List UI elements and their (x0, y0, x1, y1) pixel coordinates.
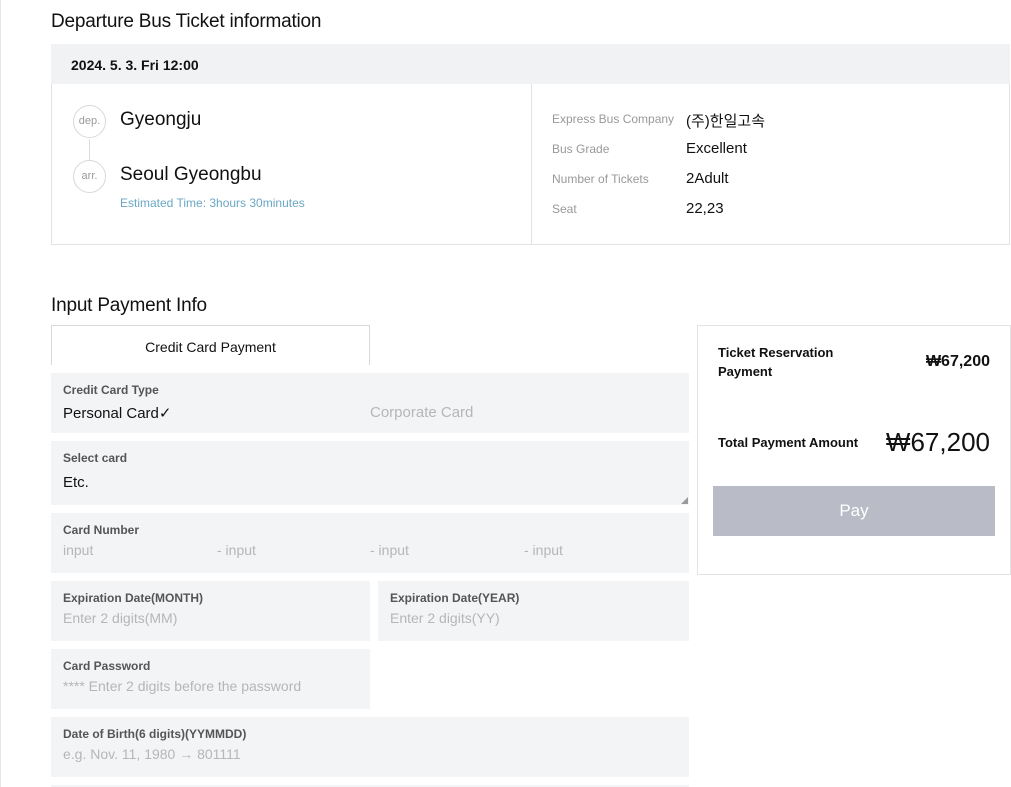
departure-datetime: 2024. 5. 3. Fri 12:00 (51, 44, 1010, 84)
total-label: Total Payment Amount (718, 435, 859, 450)
estimated-time: Estimated Time: 3hours 30minutes (120, 196, 305, 210)
birth-date-label: Date of Birth(6 digits)(YYMMDD) (63, 727, 247, 741)
reservation-label-line2: Payment (718, 364, 773, 379)
tickets-label: Number of Tickets (552, 172, 649, 186)
card-number-input-4[interactable]: - input (524, 542, 563, 558)
route-panel: dep. Gyeongju arr. Seoul Gyeongbu Estima… (52, 84, 532, 244)
left-border (0, 0, 1, 787)
bus-grade-value: Excellent (686, 140, 747, 157)
birth-date-input[interactable]: e.g. Nov. 11, 1980 → 801111 (63, 746, 241, 762)
exp-month-label: Expiration Date(MONTH) (63, 591, 204, 605)
exp-year-field[interactable]: Expiration Date(YEAR) Enter 2 digits(YY) (378, 581, 689, 641)
personal-card-label: Personal Card (63, 405, 159, 422)
birth-date-field[interactable]: Date of Birth(6 digits)(YYMMDD) e.g. Nov… (51, 717, 689, 777)
card-type-field: Credit Card Type Personal Card✓ Corporat… (51, 373, 689, 433)
corporate-card-option[interactable]: Corporate Card (370, 404, 473, 421)
card-password-label: Card Password (63, 659, 151, 673)
exp-month-field[interactable]: Expiration Date(MONTH) Enter 2 digits(MM… (51, 581, 370, 641)
card-number-input-3[interactable]: - input (370, 542, 409, 558)
reservation-label: Ticket Reservation Payment (718, 343, 833, 381)
personal-card-option[interactable]: Personal Card✓ (63, 404, 171, 422)
select-card-value[interactable]: Etc. (63, 474, 89, 491)
reservation-label-line1: Ticket Reservation (718, 345, 834, 360)
payment-title: Input Payment Info (51, 295, 207, 316)
seat-value: 22,23 (686, 200, 724, 217)
total-amount: ₩67,200 (885, 427, 990, 457)
card-password-field[interactable]: Card Password **** Enter 2 digits before… (51, 649, 370, 709)
arr-city: Seoul Gyeongbu (120, 164, 262, 185)
tab-credit-card[interactable]: Credit Card Payment (51, 325, 370, 365)
card-number-input-2[interactable]: - input (217, 542, 256, 558)
card-password-input[interactable]: **** Enter 2 digits before the password (63, 678, 301, 694)
resize-handle-icon[interactable] (681, 497, 688, 504)
arr-marker: arr. (73, 160, 106, 193)
reservation-amount: ₩67,200 (925, 353, 990, 370)
bus-grade-label: Bus Grade (552, 142, 610, 156)
select-card-label: Select card (63, 451, 128, 465)
route-line (89, 139, 90, 160)
bus-company-label: Express Bus Company (552, 112, 675, 126)
bus-company-value: (주)한일고속 (686, 113, 765, 130)
tickets-value: 2Adult (686, 170, 729, 187)
dep-marker: dep. (73, 105, 106, 138)
exp-year-input[interactable]: Enter 2 digits(YY) (390, 610, 500, 626)
departure-title: Departure Bus Ticket information (51, 11, 322, 32)
card-number-input-1[interactable]: input (63, 542, 93, 558)
dep-city: Gyeongju (120, 109, 202, 130)
seat-label: Seat (552, 202, 577, 216)
check-icon: ✓ (158, 405, 172, 422)
card-number-field: Card Number input - input - input - inpu… (51, 513, 689, 573)
pay-button[interactable]: Pay (713, 486, 995, 536)
select-card-field[interactable]: Select card Etc. (51, 441, 689, 505)
card-number-label: Card Number (63, 523, 140, 537)
ticket-info-box: dep. Gyeongju arr. Seoul Gyeongbu Estima… (51, 84, 1010, 245)
exp-month-input[interactable]: Enter 2 digits(MM) (63, 610, 177, 626)
exp-year-label: Expiration Date(YEAR) (390, 591, 520, 605)
payment-summary: Ticket Reservation Payment ₩67,200 Total… (697, 325, 1011, 575)
card-type-label: Credit Card Type (63, 383, 159, 397)
